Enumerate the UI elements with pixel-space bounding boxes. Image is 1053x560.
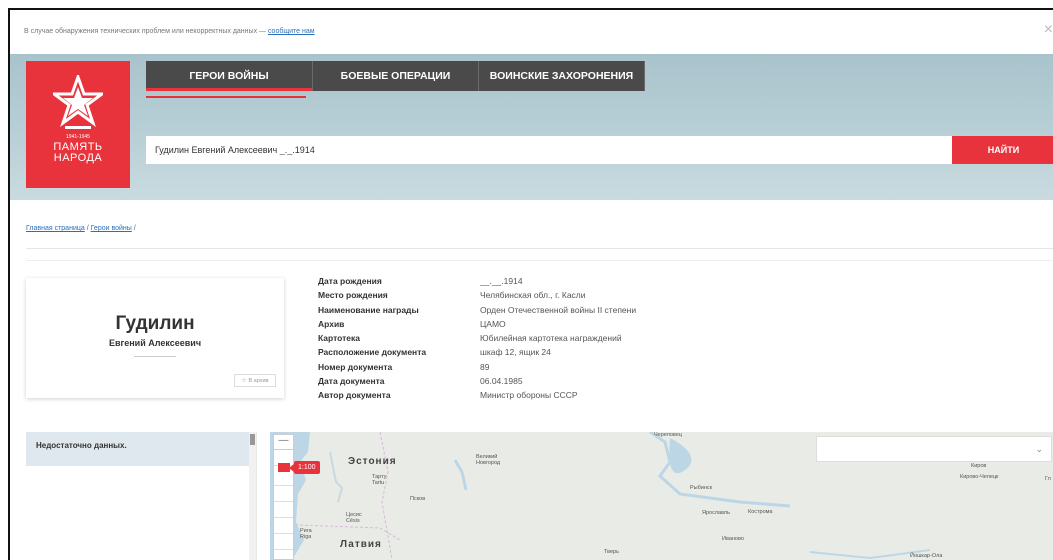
logo-line2: НАРОДА bbox=[53, 152, 103, 164]
zoom-tick bbox=[274, 517, 293, 518]
breadcrumb-home[interactable]: Главная страница bbox=[26, 225, 85, 232]
logo-years: 1941-1945 bbox=[66, 134, 90, 140]
zoom-slider[interactable]: — bbox=[273, 434, 294, 560]
map-label-place: Цесис Cēsis bbox=[346, 512, 362, 524]
zoom-tick bbox=[274, 549, 293, 550]
map-label-place: Иваново bbox=[722, 536, 744, 542]
notice-text: В случае обнаружения технических проблем… bbox=[24, 28, 315, 35]
card-divider bbox=[134, 356, 176, 357]
map-layer-dropdown[interactable]: ⌄ bbox=[816, 436, 1052, 462]
map-label-place: Ярославль bbox=[702, 510, 730, 516]
tab-burials[interactable]: ВОИНСКИЕ ЗАХОРОНЕНИЯ bbox=[479, 61, 645, 91]
map-view[interactable]: — 1:100 Эстония Латвия Тарту Tartu Псков… bbox=[270, 432, 1053, 560]
map-label-place: Великий Новгород bbox=[476, 454, 501, 466]
main-tabs: ГЕРОИ ВОЙНЫ БОЕВЫЕ ОПЕРАЦИИ ВОИНСКИЕ ЗАХ… bbox=[146, 61, 645, 91]
close-icon[interactable]: × bbox=[1044, 22, 1053, 38]
browser-viewport: В случае обнаружения технических проблем… bbox=[8, 8, 1053, 560]
map-label-place: Череповец bbox=[654, 432, 682, 438]
documents-panel: Недостаточно данных. bbox=[26, 432, 257, 560]
header-hero: 1941-1945 ПАМЯТЬ НАРОДА ГЕРОИ ВОЙНЫ БОЕВ… bbox=[10, 54, 1053, 200]
find-button[interactable]: НАЙТИ bbox=[952, 136, 1053, 164]
zoom-tick bbox=[274, 501, 293, 502]
divider bbox=[26, 260, 1053, 261]
site-logo[interactable]: 1941-1945 ПАМЯТЬ НАРОДА bbox=[26, 61, 130, 188]
chevron-down-icon: ⌄ bbox=[1035, 444, 1043, 454]
zoom-tick bbox=[274, 533, 293, 534]
map-label-place: Рыбинск bbox=[690, 485, 713, 491]
scrollbar-thumb[interactable] bbox=[250, 434, 255, 445]
map-label-place: Тарту Tartu bbox=[372, 474, 387, 486]
notice-bar: В случае обнаружения технических проблем… bbox=[10, 10, 1053, 54]
map-label-place: Гл bbox=[1045, 476, 1051, 482]
person-given-names: Евгений Алексеевич bbox=[108, 338, 202, 348]
zoom-out-button[interactable]: — bbox=[274, 435, 293, 450]
star-icon: ☆ bbox=[241, 377, 247, 384]
map-label-place: Кирово-Чепецк bbox=[960, 474, 999, 480]
map-label-place: Киров bbox=[971, 463, 987, 469]
breadcrumb-heroes[interactable]: Герои войны bbox=[91, 225, 132, 232]
person-surname: Гудилин bbox=[115, 313, 195, 334]
map-label-country: Эстония bbox=[348, 456, 397, 467]
tab-heroes[interactable]: ГЕРОИ ВОЙНЫ bbox=[146, 61, 313, 91]
divider bbox=[26, 248, 1053, 249]
map-label-place: Псков bbox=[410, 496, 426, 502]
report-link[interactable]: сообщите нам bbox=[268, 28, 315, 35]
zoom-scale-badge: 1:100 bbox=[289, 461, 320, 474]
zoom-tick bbox=[274, 485, 293, 486]
search-input[interactable] bbox=[146, 136, 952, 164]
no-data-message: Недостаточно данных. bbox=[26, 432, 249, 466]
map-label-place: Йошкар-Ола bbox=[910, 553, 943, 559]
add-to-archive-button[interactable]: ☆ В архив bbox=[234, 374, 276, 387]
tab-operations[interactable]: БОЕВЫЕ ОПЕРАЦИИ bbox=[313, 61, 479, 91]
map-label-country: Латвия bbox=[340, 539, 382, 550]
active-tab-underline bbox=[146, 96, 306, 98]
map-label-place: Рига Riga bbox=[300, 528, 312, 540]
star-emblem-icon bbox=[53, 75, 103, 129]
person-card: Гудилин Евгений Алексеевич ☆ В архив bbox=[26, 278, 284, 398]
map-label-place: Кострома bbox=[748, 509, 773, 515]
breadcrumb: Главная страница / Герои войны / bbox=[26, 225, 136, 232]
panel-scrollbar[interactable] bbox=[249, 432, 256, 560]
map-label-place: Тверь bbox=[604, 549, 619, 555]
